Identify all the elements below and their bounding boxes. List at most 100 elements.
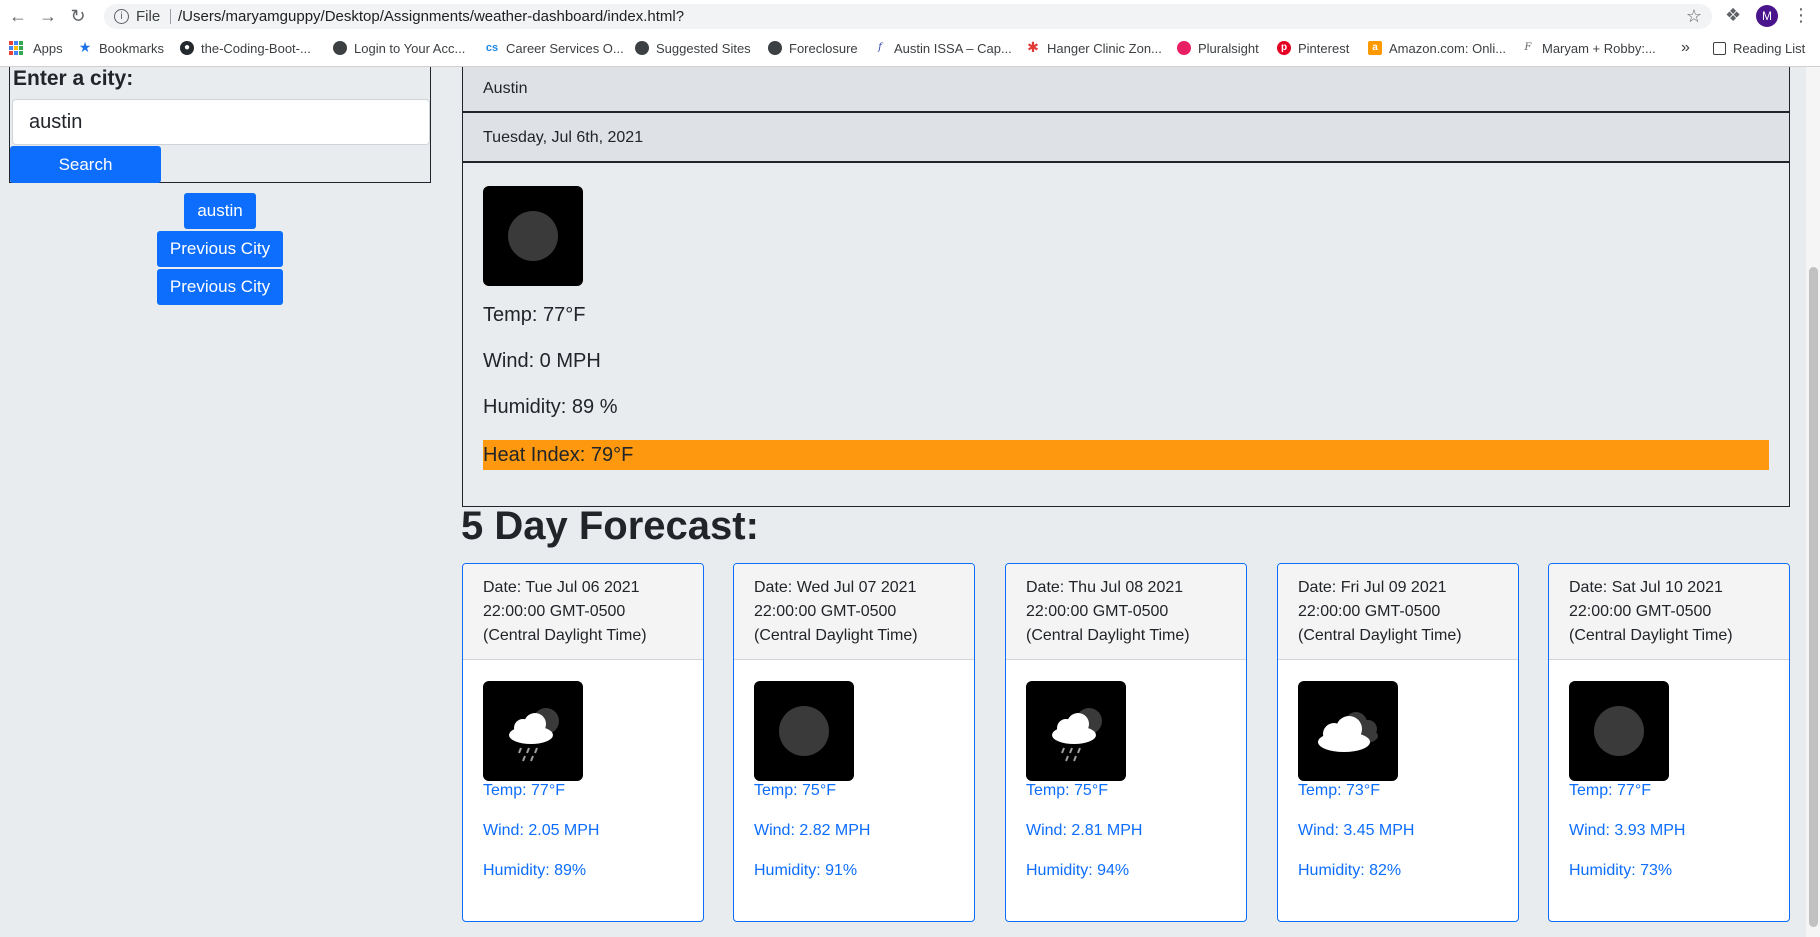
forecast-card: Date: Fri Jul 09 2021 22:00:00 GMT-0500 … bbox=[1277, 563, 1519, 922]
weather-dashboard-page: Enter a city: Search austin Previous Cit… bbox=[0, 67, 1820, 937]
bookmark-label: Login to Your Acc... bbox=[354, 40, 466, 56]
bookmark-label: Maryam + Robby:... bbox=[1542, 40, 1656, 56]
apps-grid-icon bbox=[9, 41, 23, 55]
forecast-date-header: Date: Fri Jul 09 2021 22:00:00 GMT-0500 … bbox=[1278, 564, 1518, 660]
url-text[interactable]: /Users/maryamguppy/Desktop/Assignments/w… bbox=[178, 8, 684, 25]
clear-night-icon bbox=[483, 186, 583, 286]
globe-icon bbox=[635, 41, 649, 55]
cloudy-icon bbox=[1298, 681, 1398, 781]
current-wind: Wind: 0 MPH bbox=[483, 350, 601, 372]
forecast-date-line: Date: Sat Jul 10 2021 bbox=[1569, 579, 1723, 596]
forecast-date-header: Date: Wed Jul 07 2021 22:00:00 GMT-0500 … bbox=[734, 564, 974, 660]
forecast-date-line: Date: Thu Jul 08 2021 bbox=[1026, 579, 1184, 596]
amazon-icon: a bbox=[1368, 41, 1382, 55]
forecast-humidity: Humidity: 82% bbox=[1298, 862, 1402, 879]
bookmark-apps[interactable]: Apps bbox=[9, 38, 63, 58]
forecast-temp: Temp: 77°F bbox=[1569, 782, 1651, 799]
scrollbar-thumb[interactable] bbox=[1809, 267, 1818, 927]
reading-list-icon bbox=[1713, 41, 1726, 55]
forecast-time-line: 22:00:00 GMT-0500 bbox=[483, 603, 626, 620]
forecast-date-line: Date: Tue Jul 06 2021 bbox=[483, 579, 640, 596]
forecast-date-line: Date: Fri Jul 09 2021 bbox=[1298, 579, 1447, 596]
current-date: Tuesday, Jul 6th, 2021 bbox=[483, 129, 644, 146]
bookmark-label: Amazon.com: Onli... bbox=[1389, 40, 1507, 56]
forecast-date-header: Date: Tue Jul 06 2021 22:00:00 GMT-0500 … bbox=[463, 564, 703, 660]
bookmark-austin-issa[interactable]: f Austin ISSA – Cap... bbox=[873, 38, 1012, 58]
bookmark-career-services[interactable]: cs Career Services O... bbox=[485, 38, 624, 58]
bookmark-star-icon[interactable]: ☆ bbox=[1686, 6, 1702, 27]
forecast-wind: Wind: 3.45 MPH bbox=[1298, 822, 1415, 839]
bookmark-login[interactable]: Login to Your Acc... bbox=[333, 38, 465, 58]
globe-icon bbox=[768, 41, 782, 55]
address-bar[interactable]: i File /Users/maryamguppy/Desktop/Assign… bbox=[104, 4, 1712, 29]
bookmark-label: Career Services O... bbox=[506, 40, 624, 56]
reload-icon[interactable]: ↻ bbox=[68, 6, 88, 26]
forecast-timezone-line: (Central Daylight Time) bbox=[754, 627, 918, 644]
forecast-card: Date: Sat Jul 10 2021 22:00:00 GMT-0500 … bbox=[1548, 563, 1790, 922]
forecast-timezone-line: (Central Daylight Time) bbox=[1569, 627, 1733, 644]
back-arrow-icon[interactable]: ← bbox=[8, 6, 28, 26]
history-button-previous-city[interactable]: Previous City bbox=[156, 269, 284, 305]
clear-night-icon bbox=[1569, 681, 1669, 781]
forecast-card: Date: Tue Jul 06 2021 22:00:00 GMT-0500 … bbox=[462, 563, 704, 922]
info-icon[interactable]: i bbox=[114, 9, 129, 24]
bookmark-foreclosure[interactable]: Foreclosure bbox=[768, 38, 858, 58]
address-separator bbox=[170, 9, 171, 24]
career-services-icon: cs bbox=[485, 42, 499, 54]
github-icon: ● bbox=[180, 41, 194, 55]
forecast-icon-wrap bbox=[1298, 681, 1398, 781]
forecast-humidity: Humidity: 73% bbox=[1569, 862, 1673, 879]
forecast-date-line: Date: Wed Jul 07 2021 bbox=[754, 579, 917, 596]
forecast-temp: Temp: 73°F bbox=[1298, 782, 1380, 799]
profile-avatar[interactable]: M bbox=[1756, 5, 1778, 27]
search-button[interactable]: Search bbox=[10, 146, 161, 183]
heat-index-bar: Heat Index: 79°F bbox=[483, 440, 1769, 470]
bookmark-label: Pinterest bbox=[1298, 40, 1350, 56]
bookmark-label: Suggested Sites bbox=[656, 40, 751, 56]
extensions-puzzle-icon[interactable]: ❖ bbox=[1725, 5, 1741, 26]
bookmark-label: Pluralsight bbox=[1198, 40, 1259, 56]
bookmark-maryam-robby[interactable]: F Maryam + Robby:... bbox=[1521, 38, 1656, 58]
current-weather-card: Austin Tuesday, Jul 6th, 2021 Temp: 77°F… bbox=[462, 67, 1790, 507]
hanger-logo-icon: ✱ bbox=[1027, 40, 1039, 56]
forecast-wind: Wind: 2.82 MPH bbox=[754, 822, 871, 839]
reading-list[interactable]: Reading List bbox=[1713, 38, 1805, 58]
bookmark-suggested-sites[interactable]: Suggested Sites bbox=[635, 38, 751, 58]
forecast-date-header: Date: Sat Jul 10 2021 22:00:00 GMT-0500 … bbox=[1549, 564, 1789, 660]
browser-chrome: ← → ↻ i File /Users/maryamguppy/Desktop/… bbox=[0, 0, 1820, 67]
browser-toolbar: ← → ↻ i File /Users/maryamguppy/Desktop/… bbox=[0, 0, 1820, 32]
bookmark-hanger-clinic[interactable]: ✱ Hanger Clinic Zon... bbox=[1026, 38, 1162, 58]
page-scrollbar[interactable] bbox=[1806, 67, 1820, 937]
bookmark-label: Apps bbox=[33, 40, 63, 56]
forecast-temp: Temp: 75°F bbox=[754, 782, 836, 799]
city-search-input[interactable] bbox=[12, 99, 430, 145]
bookmark-coding-boot[interactable]: ● the-Coding-Boot-... bbox=[180, 38, 311, 58]
bookmark-bookmarks[interactable]: ★ Bookmarks bbox=[78, 38, 164, 58]
bookmarks-overflow[interactable]: » bbox=[1681, 38, 1690, 58]
bookmark-label: the-Coding-Boot-... bbox=[201, 40, 311, 56]
reading-list-label: Reading List bbox=[1733, 40, 1806, 56]
forecast-icon-wrap bbox=[1026, 681, 1126, 781]
forecast-icon-wrap bbox=[754, 681, 854, 781]
star-icon: ★ bbox=[78, 40, 92, 56]
browser-menu-icon[interactable]: ⋮ bbox=[1792, 5, 1810, 26]
pinterest-icon: p bbox=[1277, 41, 1291, 55]
current-city-header: Austin bbox=[463, 67, 1789, 113]
bookmark-amazon[interactable]: a Amazon.com: Onli... bbox=[1368, 38, 1506, 58]
forecast-time-line: 22:00:00 GMT-0500 bbox=[1026, 603, 1169, 620]
rain-night-icon bbox=[1026, 681, 1126, 781]
bookmark-pluralsight[interactable]: Pluralsight bbox=[1177, 38, 1259, 58]
search-panel: Enter a city: Search bbox=[9, 67, 431, 183]
forecast-wind: Wind: 2.05 MPH bbox=[483, 822, 600, 839]
forecast-humidity: Humidity: 91% bbox=[754, 862, 858, 879]
forecast-icon-wrap bbox=[483, 681, 583, 781]
current-date-header: Tuesday, Jul 6th, 2021 bbox=[463, 113, 1789, 163]
history-button-previous-city[interactable]: Previous City bbox=[156, 231, 284, 267]
bookmark-label: Austin ISSA – Cap... bbox=[894, 40, 1012, 56]
pluralsight-icon bbox=[1177, 41, 1191, 55]
forward-arrow-icon[interactable]: → bbox=[38, 6, 58, 26]
clear-night-icon bbox=[754, 681, 854, 781]
history-button-austin[interactable]: austin bbox=[184, 193, 256, 229]
bookmark-label: Bookmarks bbox=[99, 40, 165, 56]
bookmark-pinterest[interactable]: p Pinterest bbox=[1277, 38, 1349, 58]
